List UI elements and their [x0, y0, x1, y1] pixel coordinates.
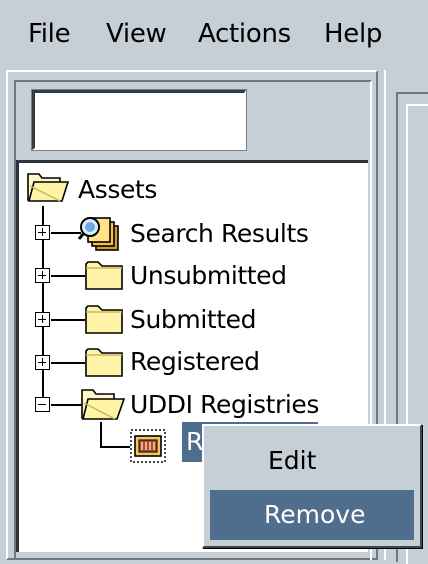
tree-item-submitted[interactable]: Submitted — [130, 304, 257, 336]
registry-icon — [130, 429, 166, 467]
menu-actions[interactable]: Actions — [194, 14, 295, 54]
context-menu: Edit Remove — [202, 424, 422, 548]
tree-line — [100, 422, 102, 446]
tree-item-uddi-registries[interactable]: UDDI Registries — [130, 389, 319, 421]
tree-item-registered[interactable]: Registered — [130, 346, 260, 378]
menu-help[interactable]: Help — [320, 14, 386, 54]
context-menu-remove[interactable]: Remove — [210, 490, 414, 540]
tree-root-label[interactable]: Assets — [78, 174, 157, 206]
open-folder-icon — [26, 168, 70, 208]
tree-item-search-results[interactable]: Search Results — [130, 218, 309, 250]
tree-connector — [51, 275, 85, 277]
search-box[interactable] — [31, 89, 247, 151]
expand-submitted[interactable] — [35, 312, 50, 327]
tree-connector — [51, 362, 85, 364]
tree-connector — [51, 232, 81, 234]
folder-icon — [84, 300, 126, 340]
selected-registry-label: R — [186, 427, 204, 456]
open-folder-icon — [80, 384, 126, 426]
menu-file[interactable]: File — [24, 14, 74, 54]
expand-unsubmitted[interactable] — [35, 268, 50, 283]
search-input[interactable] — [35, 93, 244, 148]
tree-connector — [51, 319, 85, 321]
search-results-icon — [77, 214, 122, 258]
menu-bar: File View Actions Help — [0, 0, 428, 72]
context-menu-edit[interactable]: Edit — [210, 436, 414, 486]
tree-connector — [100, 446, 130, 448]
expand-registered[interactable] — [35, 355, 50, 370]
folder-icon — [84, 256, 126, 296]
expand-search-results[interactable] — [35, 225, 50, 240]
tree-item-unsubmitted[interactable]: Unsubmitted — [130, 260, 287, 292]
menu-view[interactable]: View — [102, 14, 171, 54]
tree-connector — [51, 404, 83, 406]
folder-icon — [84, 343, 126, 383]
collapse-uddi-registries[interactable] — [35, 397, 50, 412]
